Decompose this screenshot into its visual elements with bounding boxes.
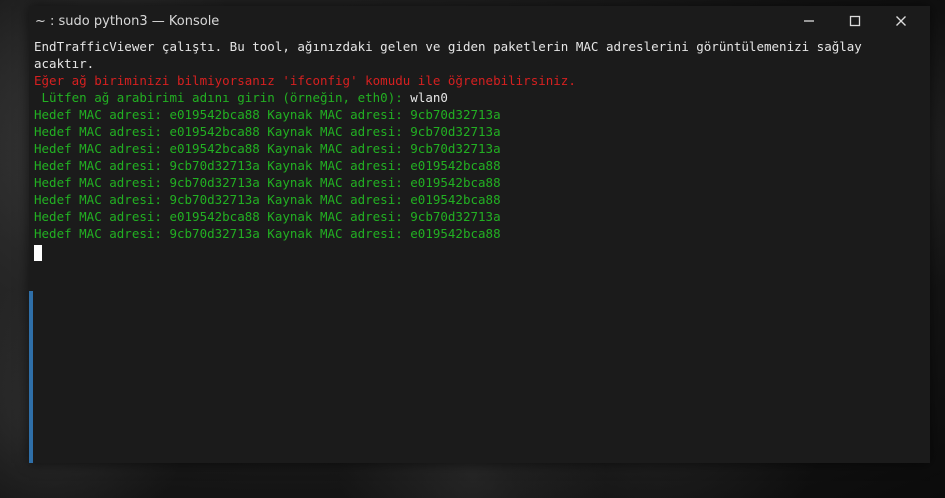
scroll-indicator[interactable] xyxy=(29,291,33,463)
output-line: Hedef MAC adresi: 9cb70d32713a Kaynak MA… xyxy=(34,226,501,241)
output-line: Hedef MAC adresi: e019542bca88 Kaynak MA… xyxy=(34,141,501,156)
maximize-icon xyxy=(849,15,861,27)
intro-line-continued: acaktır. xyxy=(34,56,95,71)
maximize-button[interactable] xyxy=(832,6,878,36)
window-title: ~ : sudo python3 — Konsole xyxy=(35,13,220,29)
output-line: Hedef MAC adresi: 9cb70d32713a Kaynak MA… xyxy=(34,192,501,207)
intro-line: EndTrafficViewer çalıştı. Bu tool, ağını… xyxy=(34,39,862,54)
text-cursor xyxy=(34,245,42,261)
konsole-window[interactable]: ~ : sudo python3 — Konsole EndTrafficVie… xyxy=(29,6,930,463)
cursor-line xyxy=(34,242,930,261)
warning-line: Eğer ağ biriminizi bilmiyorsanız 'ifconf… xyxy=(34,73,576,88)
output-line: Hedef MAC adresi: 9cb70d32713a Kaynak MA… xyxy=(34,175,501,190)
terminal-area[interactable]: EndTrafficViewer çalıştı. Bu tool, ağını… xyxy=(29,36,930,463)
output-line: Hedef MAC adresi: e019542bca88 Kaynak MA… xyxy=(34,209,501,224)
close-button[interactable] xyxy=(878,6,924,36)
minimize-button[interactable] xyxy=(786,6,832,36)
output-line: Hedef MAC adresi: e019542bca88 Kaynak MA… xyxy=(34,107,501,122)
close-icon xyxy=(896,16,906,26)
window-controls xyxy=(786,6,924,36)
output-line: Hedef MAC adresi: 9cb70d32713a Kaynak MA… xyxy=(34,158,501,173)
prompt-text: Lütfen ağ arabirimi adını girin (örneğin… xyxy=(34,90,411,105)
window-titlebar[interactable]: ~ : sudo python3 — Konsole xyxy=(29,6,930,36)
prompt-line: Lütfen ağ arabirimi adını girin (örneğin… xyxy=(34,89,930,106)
prompt-input-value: wlan0 xyxy=(410,90,448,105)
output-line: Hedef MAC adresi: e019542bca88 Kaynak MA… xyxy=(34,124,501,139)
minimize-icon xyxy=(804,20,814,22)
